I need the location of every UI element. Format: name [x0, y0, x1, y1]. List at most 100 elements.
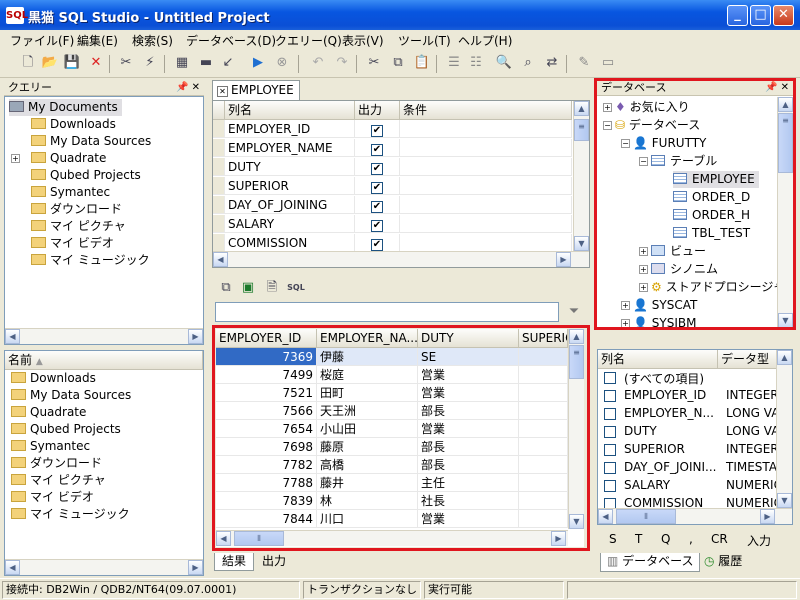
scroll-down-icon[interactable]: ▼ — [777, 493, 792, 508]
list-item[interactable]: Qubed Projects — [11, 421, 121, 438]
menu-help[interactable]: ヘルプ(H) — [458, 32, 512, 49]
design-row[interactable]: EMPLOYER_NAME ✔ — [213, 139, 573, 158]
design-row[interactable]: DAY_OF_JOINING ✔ — [213, 196, 573, 215]
menu-view[interactable]: 表示(V) — [342, 32, 384, 49]
scroll-up-icon[interactable]: ▲ — [574, 101, 589, 116]
scroll-right-icon[interactable]: ▶ — [188, 329, 203, 344]
eraser-icon[interactable]: ▭ — [598, 53, 618, 73]
condition-cell[interactable] — [400, 196, 572, 214]
open-folder-icon[interactable]: 📂 — [40, 53, 60, 73]
outdent-icon[interactable]: ☷ — [466, 53, 486, 73]
output-checkbox[interactable]: ✔ — [371, 144, 383, 156]
tree-item-symantec[interactable]: Symantec — [31, 184, 110, 201]
sql-file-icon[interactable]: SQL — [286, 278, 306, 298]
close-button[interactable]: ✕ — [773, 5, 794, 26]
tree-item-my-videos[interactable]: マイ ビデオ — [31, 235, 114, 252]
new-file-icon[interactable]: 🗋 — [18, 53, 38, 73]
col-header-name[interactable]: 列名 — [225, 101, 355, 120]
menu-edit[interactable]: 編集(E) — [77, 32, 118, 49]
cut-icon[interactable]: ✂ — [364, 53, 384, 73]
column-checkbox[interactable] — [604, 444, 616, 456]
col-header-condition[interactable]: 条件 — [400, 101, 572, 120]
find-next-icon[interactable]: ⌕ — [518, 53, 538, 73]
paste-icon[interactable]: 📋 — [412, 53, 432, 73]
close-tab-icon[interactable]: ✕ — [217, 86, 228, 97]
condition-cell[interactable] — [400, 177, 572, 195]
file-list-hscroll[interactable]: ◀ ▶ — [5, 559, 203, 575]
query-tree-hscroll[interactable]: ◀ ▶ — [5, 328, 203, 344]
column-list-item[interactable]: SALARY NUMERIC — [598, 477, 776, 495]
list-item[interactable]: Quadrate — [11, 404, 86, 421]
design-row[interactable]: SALARY ✔ — [213, 215, 573, 234]
list-item[interactable]: マイ ビデオ — [11, 489, 94, 506]
condition-cell[interactable] — [400, 215, 572, 233]
list-item[interactable]: ダウンロード — [11, 455, 102, 472]
output-checkbox[interactable]: ✔ — [371, 201, 383, 213]
output-cell[interactable]: ✔ — [355, 196, 400, 214]
output-checkbox[interactable]: ✔ — [371, 220, 383, 232]
column-list-hscroll[interactable]: ◀ ⦀ ▶ — [598, 508, 792, 524]
column-name-cell[interactable]: SUPERIOR — [225, 177, 355, 195]
snippet-cr[interactable]: CR — [711, 532, 728, 546]
snippet-t[interactable]: T — [635, 532, 642, 546]
list-item[interactable]: マイ ピクチャ — [11, 472, 106, 489]
scroll-left-icon[interactable]: ◀ — [598, 509, 613, 524]
snippet-input[interactable]: 入力 — [747, 532, 771, 549]
name-column-header[interactable]: 名前 ▲ — [5, 351, 203, 370]
delete-icon[interactable]: ✕ — [86, 53, 106, 73]
tree-item-downloads[interactable]: Downloads — [31, 116, 116, 133]
column-name-cell[interactable]: SALARY — [225, 215, 355, 233]
tree-item-download-jp[interactable]: ダウンロード — [31, 201, 122, 218]
grid-view-icon[interactable]: ▦ — [172, 53, 192, 73]
scroll-left-icon[interactable]: ◀ — [5, 560, 20, 575]
menu-file[interactable]: ファイル(F) — [10, 32, 74, 49]
scroll-thumb[interactable]: ⦀ — [616, 509, 676, 524]
menu-search[interactable]: 検索(S) — [132, 32, 173, 49]
output-checkbox[interactable]: ✔ — [371, 163, 383, 175]
condition-cell[interactable] — [400, 234, 572, 252]
design-grid-hscroll[interactable]: ◀ ▶ — [213, 251, 589, 267]
design-row[interactable]: EMPLOYER_ID ✔ — [213, 120, 573, 139]
column-name-cell[interactable]: DAY_OF_JOINING — [225, 196, 355, 214]
column-list-vscroll[interactable]: ▲ ▼ — [776, 350, 792, 508]
column-checkbox[interactable] — [604, 372, 616, 384]
output-checkbox[interactable]: ✔ — [371, 182, 383, 194]
filter-input[interactable] — [215, 302, 559, 322]
col-header-column-name[interactable]: 列名 — [598, 350, 718, 369]
list-item[interactable]: マイ ミュージック — [11, 506, 130, 523]
scroll-down-icon[interactable]: ▼ — [574, 236, 589, 251]
output-checkbox[interactable]: ✔ — [371, 125, 383, 137]
column-list-item[interactable]: DUTY LONG VA — [598, 423, 776, 441]
tree-item-my-data-sources[interactable]: My Data Sources — [31, 133, 151, 150]
scroll-left-icon[interactable]: ◀ — [213, 252, 228, 267]
tree-item-my-pictures[interactable]: マイ ピクチャ — [31, 218, 126, 235]
stop-icon[interactable]: ⊗ — [272, 53, 292, 73]
column-list-item[interactable]: SUPERIOR INTEGER — [598, 441, 776, 459]
design-row[interactable]: DUTY ✔ — [213, 158, 573, 177]
column-checkbox[interactable] — [604, 426, 616, 438]
scroll-right-icon[interactable]: ▶ — [556, 252, 571, 267]
menu-tools[interactable]: ツール(T) — [398, 32, 451, 49]
find-icon[interactable]: 🔍 — [494, 53, 514, 73]
output-cell[interactable]: ✔ — [355, 234, 400, 252]
maximize-button[interactable]: □ — [750, 5, 771, 26]
menu-query[interactable]: クエリー(Q) — [275, 32, 342, 49]
stack-icon[interactable]: ▬ — [196, 53, 216, 73]
tree-item-my-documents[interactable]: My Documents — [9, 99, 122, 116]
replace-icon[interactable]: ⇄ — [542, 53, 562, 73]
tree-item-my-music[interactable]: マイ ミュージック — [31, 252, 150, 269]
minimize-button[interactable]: _ — [727, 5, 748, 26]
tree-item-quadrate[interactable]: + Quadrate — [11, 150, 106, 167]
column-list-item[interactable]: (すべての項目) — [598, 369, 776, 387]
save-icon[interactable]: 💾 — [62, 53, 82, 73]
output-checkbox[interactable]: ✔ — [371, 239, 383, 251]
column-name-cell[interactable]: EMPLOYER_NAME — [225, 139, 355, 157]
pencil-icon[interactable]: ✎ — [574, 53, 594, 73]
run-icon[interactable]: ▶ — [248, 53, 268, 73]
list-item[interactable]: Symantec — [11, 438, 90, 455]
condition-cell[interactable] — [400, 120, 572, 138]
column-list-item[interactable]: DAY_OF_JOINI... TIMESTA — [598, 459, 776, 477]
col-header-output[interactable]: 出力 — [355, 101, 400, 120]
panel-pin-close-icons[interactable]: 📌 ✕ — [176, 80, 200, 95]
scroll-up-icon[interactable]: ▲ — [777, 350, 792, 365]
